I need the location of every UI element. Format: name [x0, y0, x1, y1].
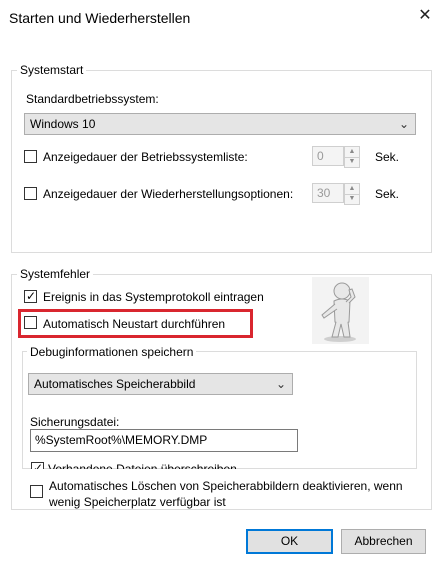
chevron-down-icon: ⌄: [398, 117, 409, 131]
dump-file-input[interactable]: %SystemRoot%\MEMORY.DMP: [30, 429, 298, 452]
os-list-checkbox[interactable]: [24, 150, 37, 163]
ok-button[interactable]: OK: [246, 529, 333, 554]
default-os-label: Standardbetriebssystem:: [26, 92, 159, 106]
checkmark-icon: ✓: [33, 461, 44, 469]
thinking-figure-illustration: [312, 277, 369, 344]
recovery-checkbox[interactable]: [24, 187, 37, 200]
os-list-spinner[interactable]: ▲ ▼: [344, 146, 360, 168]
os-list-seconds-value: 0: [317, 149, 324, 163]
window-title: Starten und Wiederherstellen: [9, 10, 191, 26]
close-icon[interactable]: ✕: [413, 4, 437, 28]
overwrite-label: Vorhandene Dateien überschreiben: [48, 462, 237, 469]
recovery-seconds-input[interactable]: 30: [312, 183, 344, 203]
systemstart-legend: Systemstart: [17, 62, 87, 78]
dump-type-select[interactable]: Automatisches Speicherabbild ⌄: [28, 373, 293, 395]
recovery-label: Anzeigedauer der Wiederherstellungsoptio…: [43, 187, 294, 201]
default-os-select[interactable]: Windows 10 ⌄: [24, 113, 416, 135]
dump-file-label: Sicherungsdatei:: [30, 415, 120, 429]
os-list-seconds-input[interactable]: 0: [312, 146, 344, 166]
log-event-checkbox[interactable]: ✓: [24, 289, 37, 303]
overwrite-clip: ✓ Vorhandene Dateien überschreiben: [26, 460, 326, 469]
systemfehler-legend: Systemfehler: [17, 266, 94, 282]
overwrite-checkbox[interactable]: ✓: [31, 461, 44, 469]
chevron-down-icon: ⌄: [275, 377, 286, 391]
auto-delete-label-line2: wenig Speicherplatz verfügbar ist: [49, 495, 226, 509]
recovery-seconds-value: 30: [317, 186, 331, 200]
dump-file-value: %SystemRoot%\MEMORY.DMP: [35, 433, 208, 447]
log-event-label: Ereignis in das Systemprotokoll eintrage…: [43, 290, 264, 304]
highlight-box: [18, 309, 253, 338]
checkmark-icon: ✓: [26, 289, 37, 303]
dump-type-value: Automatisches Speicherabbild: [34, 377, 196, 391]
os-list-label: Anzeigedauer der Betriebssystemliste:: [43, 150, 248, 164]
auto-delete-checkbox[interactable]: [30, 485, 43, 498]
spin-down-icon[interactable]: ▼: [345, 157, 359, 167]
cancel-button[interactable]: Abbrechen: [341, 529, 426, 554]
debug-legend: Debuginformationen speichern: [27, 344, 197, 360]
recovery-spinner[interactable]: ▲ ▼: [344, 183, 360, 205]
spin-down-icon[interactable]: ▼: [345, 194, 359, 204]
auto-delete-label-line1: Automatisches Löschen von Speicherabbild…: [49, 479, 403, 493]
default-os-value: Windows 10: [30, 117, 96, 131]
os-list-unit: Sek.: [375, 150, 400, 164]
recovery-unit: Sek.: [375, 187, 400, 201]
